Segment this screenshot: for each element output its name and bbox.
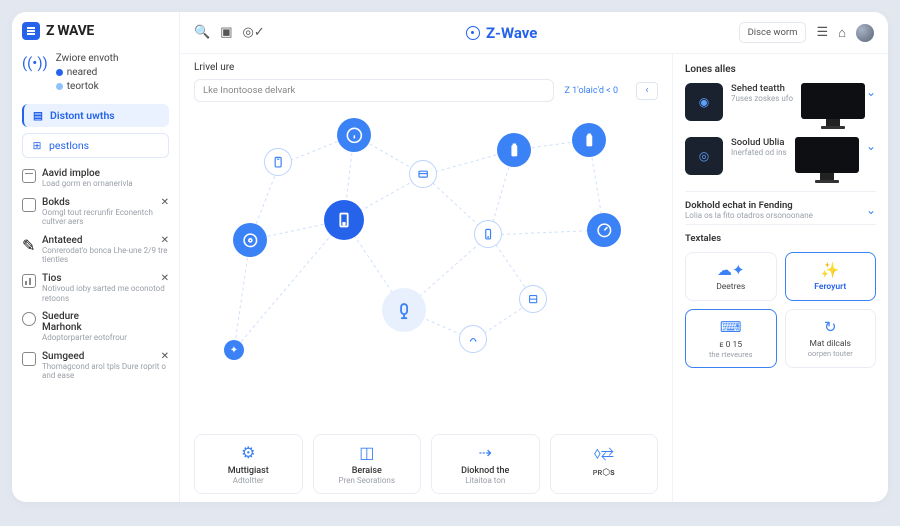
action-card[interactable]: ⚙MuttigiastAdtoltter xyxy=(194,434,303,494)
bottom-actions: ⚙MuttigiastAdtoltter ◫BeraisePren Seorat… xyxy=(194,434,658,494)
app-window: Z WAVE ((•)) Zwiore envoth neared teorto… xyxy=(12,12,888,502)
action-card[interactable]: ◫BeraisePren Seorations xyxy=(313,434,422,494)
sliders-icon: ⚙ xyxy=(201,443,296,462)
node-hub[interactable] xyxy=(324,200,364,240)
clock-icon xyxy=(22,312,36,326)
brand-target-icon xyxy=(466,26,480,40)
node-phone[interactable] xyxy=(474,220,502,248)
monitor-icon xyxy=(801,83,865,127)
device-row[interactable]: ◎ Soolud UbliaInerfated od ins ⌄ xyxy=(685,137,876,181)
avatar[interactable] xyxy=(856,24,874,42)
node-sensor[interactable] xyxy=(382,288,426,332)
remote-icon: ⌨ xyxy=(692,318,770,336)
split-icon: ◫ xyxy=(320,443,415,462)
list-icon: ▤ xyxy=(32,110,44,122)
network-title: Zwiore envoth xyxy=(56,52,119,66)
sync-icon: ↻ xyxy=(792,318,870,336)
close-icon[interactable]: ✕ xyxy=(161,235,169,246)
network-summary: ((•)) Zwiore envoth neared teortok xyxy=(22,52,169,94)
chevron-down-icon[interactable]: ⌄ xyxy=(866,139,876,153)
node-curve[interactable] xyxy=(459,325,487,353)
tile-card[interactable]: ↻Mat dilcalsoorpen touter xyxy=(785,309,877,368)
grid-icon: ⊞ xyxy=(31,140,43,152)
chevron-down-icon[interactable]: ⌄ xyxy=(866,85,876,99)
sidebar: Z WAVE ((•)) Zwiore envoth neared teorto… xyxy=(12,12,180,502)
node-battery[interactable] xyxy=(497,133,531,167)
close-icon[interactable]: ✕ xyxy=(161,273,169,284)
main-area: 🔍 ▣ ◎✓ Z-Wave Disce worm ☰ ⌂ Lrivel ure … xyxy=(180,12,888,502)
monitor-icon xyxy=(795,137,859,181)
node-disc[interactable] xyxy=(233,223,267,257)
chevron-down-icon[interactable]: ⌄ xyxy=(866,203,876,217)
right-panel: Lones alles ◉ Sehed teatth7uses zoskes u… xyxy=(672,54,888,502)
device-icon xyxy=(22,352,36,366)
menu-icon[interactable]: ☰ xyxy=(816,25,828,40)
device-row[interactable]: ◉ Sehed teatth7uses zoskes ufo ⌄ xyxy=(685,83,876,127)
tile-card[interactable]: ⌨ᴇ 0 15the rteveures xyxy=(685,309,777,368)
action-card[interactable]: ⇢Dioknod theLitaitoa ton xyxy=(431,434,540,494)
topbar: 🔍 ▣ ◎✓ Z-Wave Disce worm ☰ ⌂ xyxy=(180,12,888,54)
back-button[interactable]: ‹ xyxy=(636,82,658,100)
bookmark-icon[interactable]: ▣ xyxy=(220,25,232,40)
flow-icon: ⇢ xyxy=(438,443,533,462)
sidebar-category[interactable]: ✎ AntateedConrerodat'o bonca Lhe-une 2/9… xyxy=(22,231,169,269)
sidebar-item-label: pestlons xyxy=(49,139,89,152)
logo: Z WAVE xyxy=(22,22,169,40)
node-device[interactable] xyxy=(264,148,292,176)
logo-text: Z WAVE xyxy=(46,23,94,39)
device-thumb-icon: ◎ xyxy=(685,137,723,175)
logo-badge-icon xyxy=(22,22,40,40)
home-icon[interactable]: ⌂ xyxy=(838,25,846,41)
sidebar-category[interactable]: Aavid imploeLoad gorm en ornanerivla xyxy=(22,164,169,193)
sidebar-item-active[interactable]: ▤ Distont uwths xyxy=(22,104,169,127)
sidebar-category[interactable]: Suedure MarhonkAdoptorparter eotofrour xyxy=(22,307,169,347)
chart-icon xyxy=(22,274,36,288)
node-mini[interactable]: ✦ xyxy=(224,340,244,360)
network-line2: teortok xyxy=(67,81,99,92)
close-icon[interactable]: ✕ xyxy=(161,351,169,362)
network-graph[interactable]: ✦ xyxy=(194,110,658,428)
right-section-title: Textales xyxy=(685,233,876,244)
right-section-title: Dokhold echat in Fending xyxy=(685,200,813,211)
discover-button[interactable]: Disce worm xyxy=(739,22,807,43)
node-info[interactable] xyxy=(337,118,371,152)
sidebar-category[interactable]: SumgeedThomagcond arol tpls Dure roprit … xyxy=(22,347,169,385)
spark-icon: ✨ xyxy=(792,261,870,279)
network-line1: neared xyxy=(67,67,98,78)
node-battery2[interactable] xyxy=(572,123,606,157)
device-thumb-icon: ◉ xyxy=(685,83,723,121)
node-card[interactable] xyxy=(409,160,437,188)
tile-card[interactable]: ✨Feroyurt xyxy=(785,252,877,301)
action-card[interactable]: ⬨⇄ᴘʀ⬡s xyxy=(550,434,659,494)
search-icon[interactable]: 🔍 xyxy=(194,25,210,40)
right-title: Lones alles xyxy=(685,64,876,75)
sidebar-item-label: Distont uwths xyxy=(50,109,115,122)
node-gauge[interactable] xyxy=(587,213,621,247)
pencil-icon: ✎ xyxy=(22,236,36,250)
sidebar-item-secondary[interactable]: ⊞ pestlons xyxy=(22,133,169,158)
center-panel: Lrivel ure Lke Inontoose delvark Z 1'ola… xyxy=(180,54,672,502)
section-title: Lrivel ure xyxy=(194,62,658,73)
node-panel[interactable] xyxy=(519,285,547,313)
network-icon: ((•)) xyxy=(22,54,48,94)
stat-chip: Z 1'olaic'd < 0 xyxy=(564,86,618,96)
target-icon[interactable]: ◎✓ xyxy=(242,25,264,40)
tile-card[interactable]: ☁✦Deetres xyxy=(685,252,777,301)
brand-center: Z-Wave xyxy=(486,24,537,42)
cloud-icon: ☁✦ xyxy=(692,261,770,279)
sidebar-category[interactable]: TiosNotivoud ioby sarted me oconotod ret… xyxy=(22,269,169,307)
search-input[interactable]: Lke Inontoose delvark xyxy=(194,79,554,102)
box-icon xyxy=(22,198,36,212)
share-icon: ⬨⇄ xyxy=(557,443,652,463)
close-icon[interactable]: ✕ xyxy=(161,197,169,208)
calendar-icon xyxy=(22,169,36,183)
sidebar-category[interactable]: BokdsOomgl tout recrunfir Econentch cult… xyxy=(22,193,169,231)
